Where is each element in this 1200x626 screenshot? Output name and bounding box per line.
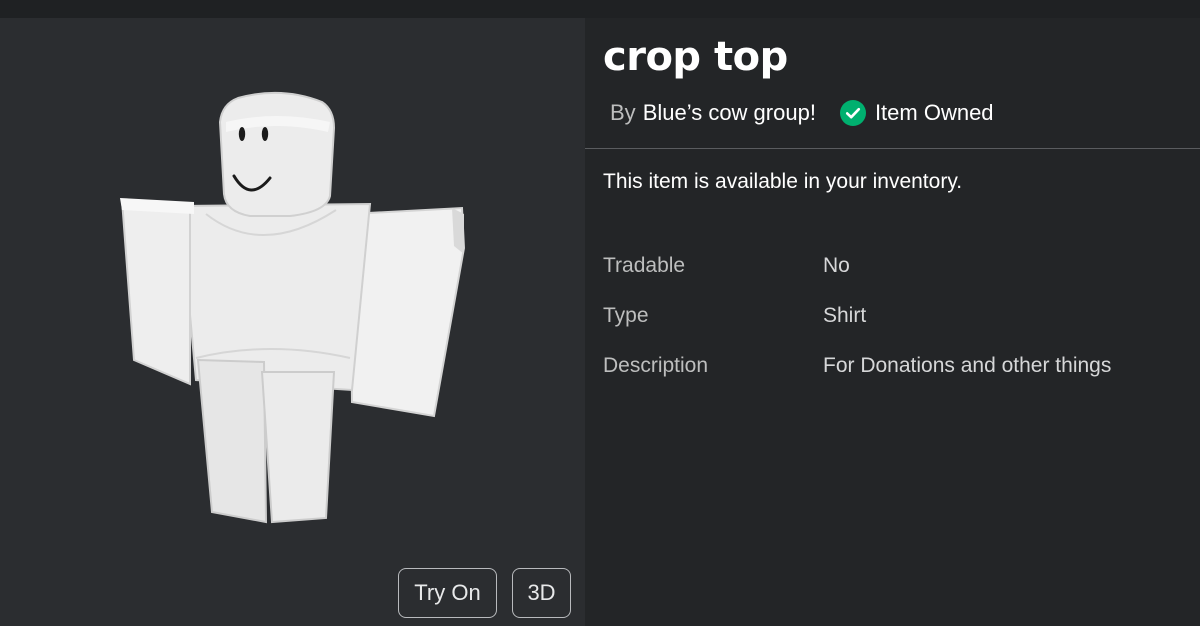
item-preview-viewer[interactable]: Try On 3D xyxy=(0,18,585,626)
divider xyxy=(585,148,1200,149)
by-label: By xyxy=(610,100,636,125)
creator-link[interactable]: Blue’s cow group! xyxy=(643,100,816,126)
creator-row: By Blue’s cow group! Item Owned xyxy=(610,98,994,128)
availability-message: This item is available in your inventory… xyxy=(603,170,963,193)
try-on-button[interactable]: Try On xyxy=(398,568,497,618)
info-label: Type xyxy=(603,304,649,327)
item-title: crop top xyxy=(603,34,788,80)
item-owned-label: Item Owned xyxy=(874,100,994,125)
top-strip xyxy=(0,0,1200,18)
info-value: Shirt xyxy=(823,304,867,327)
item-owned-badge: Item Owned xyxy=(839,100,994,126)
info-row-type: Type Shirt xyxy=(603,304,1193,354)
item-details-panel: crop top By Blue’s cow group! Item Owned… xyxy=(585,18,1200,626)
item-info-table: Tradable No Type Shirt Description For D… xyxy=(603,254,1193,404)
info-label: Tradable xyxy=(603,254,686,277)
info-row-tradable: Tradable No xyxy=(603,254,1193,304)
info-row-description: Description For Donations and other thin… xyxy=(603,354,1193,404)
check-circle-icon xyxy=(839,100,866,126)
avatar-preview-image xyxy=(120,91,466,524)
info-label: Description xyxy=(603,354,709,377)
info-value: For Donations and other things xyxy=(823,354,1112,377)
info-value: No xyxy=(823,254,850,277)
3d-view-button[interactable]: 3D xyxy=(512,568,571,618)
